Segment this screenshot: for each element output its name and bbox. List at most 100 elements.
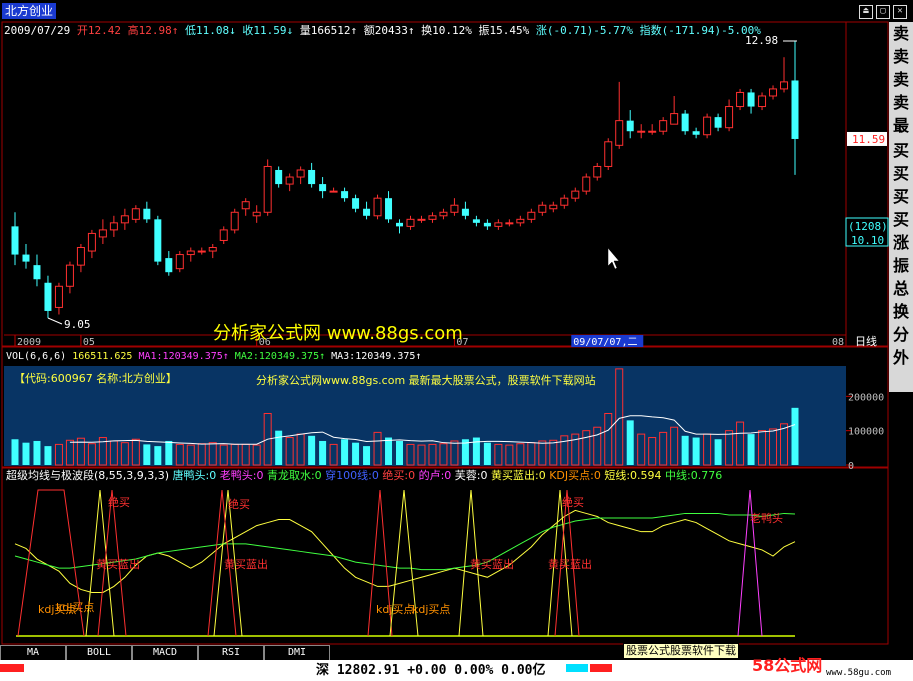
signal-annotation: 绝买 — [228, 497, 250, 511]
last-tick-label: 08 — [832, 337, 844, 348]
candle-down — [44, 282, 52, 311]
candle-up — [582, 176, 591, 192]
side-panel-item[interactable]: 买 — [890, 186, 912, 208]
brand-logo: 58公式网 — [752, 652, 822, 676]
side-panel-item[interactable]: 总 — [890, 278, 912, 300]
candle-down — [11, 226, 19, 255]
candle-up — [219, 229, 228, 241]
candle-up — [241, 201, 250, 210]
side-panel-item[interactable]: 最 — [890, 115, 912, 139]
candle-up — [736, 91, 745, 108]
signal-annotation: 黄买蓝出 — [470, 557, 514, 571]
candle-up — [725, 106, 734, 129]
candle-up — [208, 247, 217, 252]
side-panel-item[interactable]: 涨 — [890, 232, 912, 254]
candle-down — [319, 184, 327, 192]
side-panel-item[interactable]: 振 — [890, 255, 912, 277]
candle-down — [143, 208, 151, 220]
current-price-label: 11.59 — [852, 133, 885, 146]
volume-bar-down — [352, 442, 360, 465]
short-line — [14, 509, 796, 593]
volume-bar-down — [275, 430, 283, 465]
candle-down — [33, 265, 41, 280]
volume-info-code: 【代码:600967 名称:北方创业】 — [14, 371, 177, 385]
candle-down — [396, 222, 404, 227]
candle-down — [681, 113, 689, 132]
side-panel-item[interactable]: 换 — [890, 301, 912, 323]
indicator-header: 超级均线与极波段(8,55,3,9,3,3) 唐鸭头:0 老鸭头:0 青龙取水:… — [6, 468, 722, 482]
low-marker-label: 9.05 — [64, 318, 91, 331]
volume-ytick-label: 200000 — [848, 392, 884, 403]
volume-bar-down — [143, 444, 151, 465]
candle-up — [76, 247, 85, 266]
candle-up — [175, 254, 184, 270]
volume-bar-down — [154, 446, 162, 465]
side-panel-item[interactable]: 买 — [890, 209, 912, 231]
candle-up — [615, 120, 624, 146]
side-panel-item[interactable]: 分 — [890, 324, 912, 346]
volume-bar-down — [714, 439, 722, 465]
candle-up — [109, 222, 118, 231]
signal-annotation: 老鸭头 — [750, 512, 783, 525]
side-panel-item[interactable]: 卖 — [890, 46, 912, 68]
candle-down — [461, 208, 469, 216]
candle-up — [637, 130, 646, 133]
candle-down — [791, 80, 799, 139]
volume-bar-down — [363, 446, 371, 465]
candle-up — [131, 208, 140, 220]
candle-down — [472, 219, 480, 223]
volume-header: VOL(6,6,6) 166511.625 MA1:120349.375↑ MA… — [6, 351, 421, 362]
tooltip: 股票公式股票软件下载 — [623, 643, 739, 659]
candle-up — [98, 229, 107, 238]
volume-bar-down — [308, 435, 316, 465]
low-marker-line — [47, 317, 63, 325]
candle-up — [450, 204, 459, 213]
index-status-text: 深 12802.91 +0.00 0.00% 0.00亿 — [316, 663, 546, 678]
candle-up — [527, 211, 536, 220]
side-panel-item[interactable]: 卖 — [890, 23, 912, 45]
candle-up — [417, 218, 426, 221]
tab-ma[interactable]: MA — [0, 645, 66, 661]
side-panel-item[interactable]: 卖 — [890, 92, 912, 114]
signal-annotation: kdj买点 — [376, 603, 414, 616]
candle-down — [747, 92, 755, 107]
candle-down — [352, 198, 360, 209]
candle-up — [230, 211, 239, 231]
candle-up — [329, 190, 338, 193]
brand-url: www.58gu.com — [826, 668, 892, 678]
signal-annotation: 黄买蓝出 — [96, 557, 140, 571]
candle-up — [439, 211, 448, 217]
side-panel-item[interactable]: 买 — [890, 163, 912, 185]
volume-bar-down — [319, 440, 327, 465]
candle-down — [22, 254, 30, 262]
candle-up — [560, 197, 569, 206]
close-icon[interactable]: ✕ — [893, 5, 907, 19]
side-panel-item[interactable]: 卖 — [890, 69, 912, 91]
tab-boll[interactable]: BOLL — [66, 645, 132, 661]
candle-up — [780, 81, 789, 90]
tab-dmi[interactable]: DMI — [264, 645, 330, 661]
candle-up — [516, 218, 525, 224]
cursor-date-label: 09/07/07,二 — [573, 337, 637, 348]
price-frame — [1, 21, 889, 347]
candle-up — [186, 250, 195, 256]
side-panel-item[interactable]: 外 — [890, 347, 912, 369]
side-panel-item[interactable]: 买 — [890, 140, 912, 162]
candle-up — [54, 285, 63, 308]
mouse-pointer-icon — [607, 247, 620, 270]
brand-name: 58公式网 — [752, 656, 823, 675]
candle-up — [263, 165, 272, 213]
status-indicator-1 — [566, 664, 588, 672]
volume-ytick-label: 100000 — [848, 427, 884, 438]
volume-bar-down — [791, 407, 799, 465]
candle-down — [341, 191, 349, 199]
candle-up — [571, 190, 580, 199]
volume-bar-down — [483, 442, 491, 465]
tab-rsi[interactable]: RSI — [198, 645, 264, 661]
candle-down — [154, 219, 162, 262]
volume-bar-down — [626, 420, 634, 465]
candle-up — [505, 222, 514, 225]
volume-bar-down — [692, 437, 700, 465]
tab-macd[interactable]: MACD — [132, 645, 198, 661]
high-marker-label: 12.98 — [745, 34, 778, 47]
